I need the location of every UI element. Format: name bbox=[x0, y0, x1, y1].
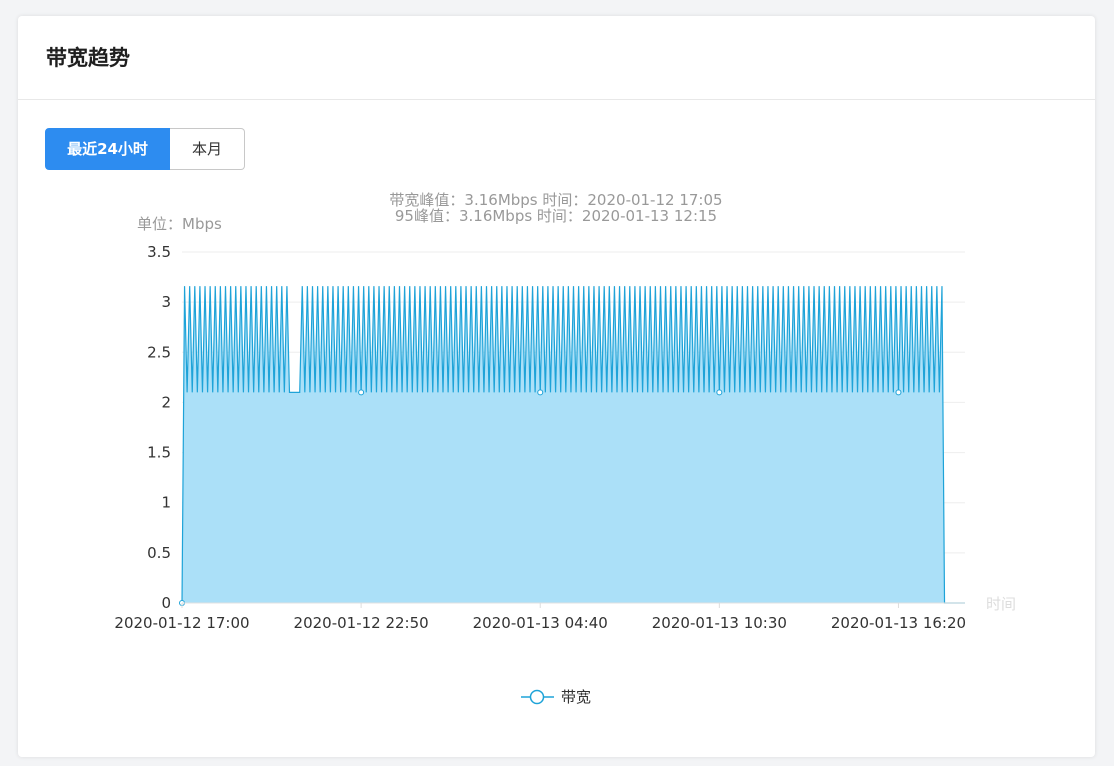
series-area bbox=[179, 286, 965, 606]
legend-circle-icon bbox=[529, 689, 545, 705]
bandwidth-chart: 0 0.5 1 1.5 2 2.5 3 3.5 2020-01-12 17:00 2020-01-… bbox=[114, 191, 1016, 706]
legend[interactable]: 带宽 bbox=[521, 688, 591, 706]
series-area-fill bbox=[182, 286, 965, 603]
y-tick-label: 0 bbox=[161, 594, 171, 612]
y-tick-label: 2.5 bbox=[147, 343, 171, 361]
x-tick-label: 2020-01-13 10:30 bbox=[652, 614, 787, 632]
x-tick-label: 2020-01-13 16:20 bbox=[831, 614, 966, 632]
data-point bbox=[895, 389, 902, 396]
x-tick-label: 2020-01-12 17:00 bbox=[114, 614, 249, 632]
chart-subtitle-95: 95峰值：3.16Mbps 时间：2020-01-13 12:15 bbox=[395, 207, 717, 225]
y-tick-label: 1.5 bbox=[147, 444, 171, 462]
y-tick-label: 2 bbox=[161, 393, 171, 411]
data-point bbox=[537, 389, 544, 396]
data-point bbox=[716, 389, 723, 396]
x-tick-label: 2020-01-12 22:50 bbox=[294, 614, 429, 632]
y-tick-label: 1 bbox=[161, 494, 171, 512]
legend-label: 带宽 bbox=[561, 688, 591, 706]
y-tick-label: 3 bbox=[161, 293, 171, 311]
x-axis-name: 时间 bbox=[986, 595, 1016, 613]
y-unit-label: 单位：Mbps bbox=[137, 215, 222, 233]
data-point bbox=[358, 389, 365, 396]
y-tick-label: 3.5 bbox=[147, 243, 171, 261]
x-tick-label: 2020-01-13 04:40 bbox=[473, 614, 608, 632]
bandwidth-trend-card: 带宽趋势 最近24小时 本月 0 0.5 1 1.5 2 2.5 3 3.5 2020-01-1… bbox=[18, 16, 1095, 757]
y-tick-label: 0.5 bbox=[147, 544, 171, 562]
